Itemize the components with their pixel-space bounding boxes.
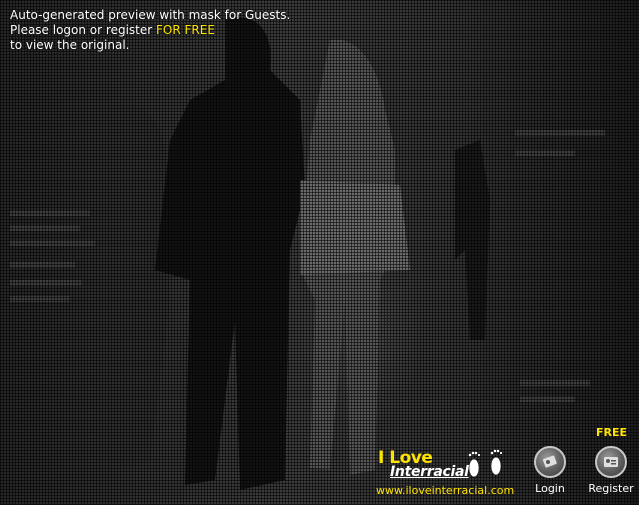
masked-photo-silhouettes — [10, 17, 605, 490]
free-badge: FREE — [596, 426, 628, 439]
brand-line-2: Interracial — [390, 464, 469, 480]
register-button[interactable]: Register — [586, 446, 636, 495]
brand-url-link[interactable]: www.iloveinterracial.com — [376, 484, 514, 497]
guest-notice: Auto-generated preview with mask for Gue… — [10, 8, 290, 53]
login-button[interactable]: Login — [528, 446, 572, 495]
masked-preview-image — [0, 0, 639, 505]
for-free-link[interactable]: FOR FREE — [156, 23, 215, 37]
login-label: Login — [535, 482, 565, 495]
brand-logo[interactable]: I Love Interracial www.iloveinterracial.… — [376, 442, 526, 500]
id-card-icon — [595, 446, 627, 478]
register-label: Register — [588, 482, 634, 495]
footprints-icon — [468, 449, 503, 478]
notice-line-3: to view the original. — [10, 38, 130, 52]
notice-line-2: Please logon or register FOR FREE — [10, 23, 290, 38]
notice-line-2-prefix: Please logon or register — [10, 23, 156, 37]
key-card-icon — [534, 446, 566, 478]
notice-line-1: Auto-generated preview with mask for Gue… — [10, 8, 291, 22]
